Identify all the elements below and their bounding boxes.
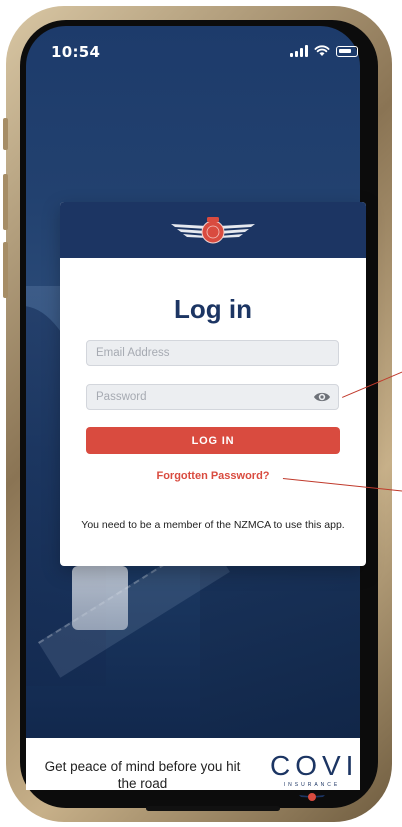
membership-note: You need to be a member of the NZMCA to …: [81, 519, 345, 531]
cellular-signal-icon: [290, 45, 308, 57]
forgot-password-link[interactable]: Forgotten Password?: [60, 470, 366, 482]
footer-banner[interactable]: Get peace of mind before you hit the roa…: [26, 738, 360, 801]
status-icons: [290, 45, 358, 57]
email-input[interactable]: [87, 341, 338, 365]
password-input[interactable]: [87, 385, 338, 409]
login-button[interactable]: LOG IN: [86, 427, 340, 454]
wifi-icon: [314, 45, 330, 56]
nzmca-winged-emblem-icon: [171, 217, 255, 244]
password-field[interactable]: [86, 384, 339, 410]
card-header: [60, 202, 366, 258]
eye-icon[interactable]: [313, 390, 331, 404]
email-field[interactable]: [86, 340, 339, 366]
login-card: Log in LOG IN Forgotten Password? You ne…: [60, 202, 366, 566]
volume-down-button: [3, 242, 8, 298]
promo-text: Get peace of mind before you hit the roa…: [44, 759, 241, 791]
covi-logo[interactable]: COVI INSURANCE: [270, 752, 354, 807]
battery-icon: [336, 45, 358, 57]
covi-subtitle: INSURANCE: [283, 782, 341, 788]
action-button: [3, 118, 8, 150]
home-indicator[interactable]: [146, 806, 280, 811]
nzmca-winged-emblem-icon: [299, 793, 325, 801]
background-campervan: [72, 566, 128, 630]
page-title: Log in: [174, 294, 252, 324]
status-time: 10:54: [51, 43, 101, 61]
volume-up-button: [3, 174, 8, 230]
covi-wordmark: COVI: [270, 750, 359, 781]
